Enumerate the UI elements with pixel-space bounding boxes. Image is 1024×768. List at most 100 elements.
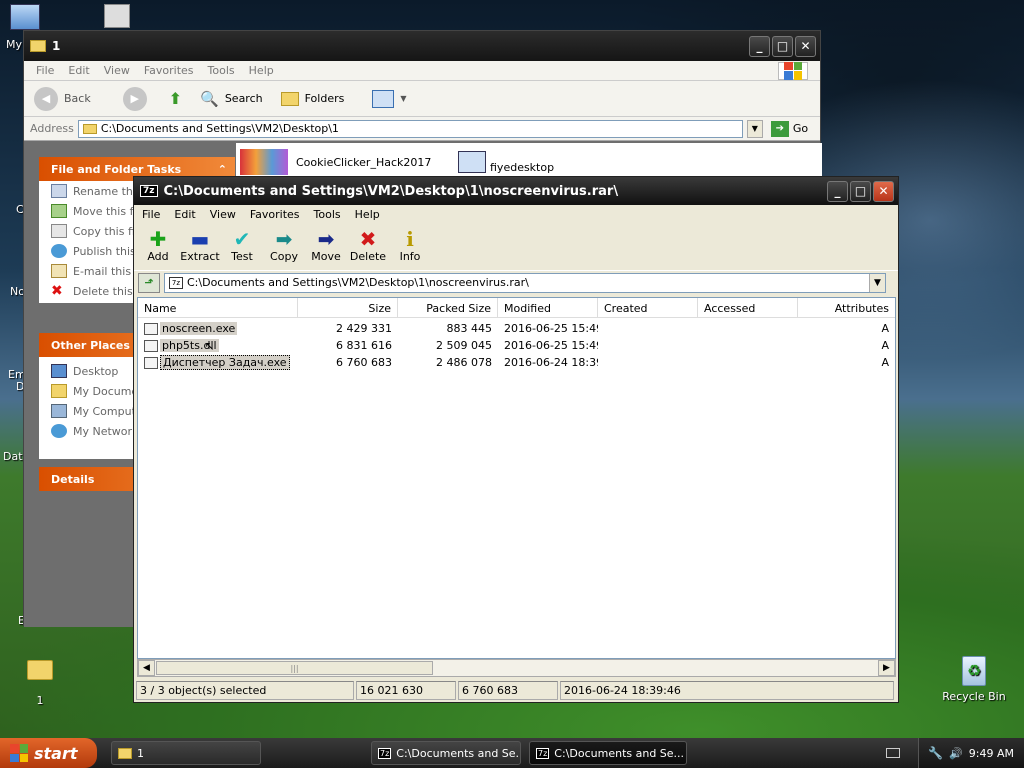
taskbar-item-folder[interactable]: 1: [111, 741, 261, 765]
computer-icon: [51, 404, 67, 418]
menu-favorites[interactable]: Favorites: [250, 208, 300, 221]
close-button[interactable]: ✕: [873, 180, 894, 202]
search-button[interactable]: Search: [225, 92, 263, 105]
file-icon: [144, 356, 158, 369]
taskbar-item-7zip-2[interactable]: 7z C:\Documents and Se...: [529, 741, 687, 765]
menu-edit[interactable]: Edit: [174, 208, 195, 221]
copy-button[interactable]: ➡ Copy: [266, 224, 302, 263]
move-arrow-icon: ➡: [317, 227, 335, 251]
column-size[interactable]: Size: [298, 298, 398, 318]
file-label: fiyedesktop: [490, 161, 555, 174]
menu-view[interactable]: View: [210, 208, 236, 221]
test-button[interactable]: ✔ Test: [224, 224, 260, 263]
explorer-addressbar: Address C:\Documents and Settings\VM2\De…: [24, 117, 820, 141]
table-row[interactable]: Диспетчер Задач.exe 6 760 683 2 486 078 …: [138, 354, 895, 371]
task-label: C:\Documents and Se...: [396, 746, 521, 760]
collapse-chevron-icon[interactable]: ⌃: [218, 163, 227, 176]
status-selected-size: 6 760 683: [458, 681, 558, 700]
file-item[interactable]: fiyedesktop: [458, 149, 554, 174]
column-packed-size[interactable]: Packed Size: [398, 298, 498, 318]
cell-size: 6 760 683: [336, 356, 392, 369]
folders-icon: [280, 91, 299, 106]
desktop-icon-window[interactable]: [100, 4, 134, 28]
menu-favorites[interactable]: Favorites: [144, 64, 194, 77]
tool-label: Test: [231, 250, 253, 263]
column-accessed[interactable]: Accessed: [698, 298, 798, 318]
menu-edit[interactable]: Edit: [68, 64, 89, 77]
move-button[interactable]: ➡ Move: [308, 224, 344, 263]
maximize-button[interactable]: □: [772, 35, 793, 57]
cell-modified: 2016-06-25 15:49: [504, 339, 598, 352]
address-label: Address: [30, 122, 74, 135]
extract-button[interactable]: ▬ Extract: [180, 224, 219, 263]
forward-arrow-icon[interactable]: ▶: [122, 86, 147, 111]
computer-icon: [10, 4, 40, 30]
address-dropdown-icon[interactable]: ▼: [746, 119, 763, 138]
minimize-button[interactable]: _: [749, 35, 770, 57]
scroll-thumb[interactable]: |||: [156, 661, 433, 675]
sevenzip-app-icon: 7z: [140, 185, 158, 197]
back-button[interactable]: Back: [64, 92, 91, 105]
sevenzip-titlebar[interactable]: 7z C:\Documents and Settings\VM2\Desktop…: [134, 177, 898, 205]
up-folder-button[interactable]: ⬏: [138, 272, 160, 293]
cell-packed: 2 486 078: [436, 356, 492, 369]
horizontal-scrollbar[interactable]: ◀ ||| ▶: [137, 659, 896, 677]
tool-label: Delete: [349, 250, 387, 263]
explorer-titlebar[interactable]: 1 _ □ ✕: [24, 31, 820, 61]
desktop-icon: [51, 364, 67, 378]
network-tray-icon[interactable]: 🔧: [928, 746, 943, 760]
chevron-down-icon[interactable]: ▼: [869, 273, 885, 292]
up-folder-icon[interactable]: ⬆: [169, 89, 182, 108]
desktop-icon-recycle-bin[interactable]: ♻ Recycle Bin: [938, 656, 1010, 703]
back-arrow-icon[interactable]: ◀: [34, 86, 58, 111]
file-name: Диспетчер Задач.exe: [160, 355, 290, 370]
archive-path-input[interactable]: 7z C:\Documents and Settings\VM2\Desktop…: [164, 272, 886, 293]
window-title: 1: [52, 39, 61, 53]
volume-icon[interactable]: 🔊: [949, 747, 963, 760]
minimize-button[interactable]: _: [827, 180, 848, 202]
info-button[interactable]: i Info: [392, 224, 428, 263]
delete-button[interactable]: ✖ Delete: [350, 224, 386, 263]
scroll-right-icon[interactable]: ▶: [878, 660, 895, 676]
email-icon: [51, 264, 67, 278]
close-button[interactable]: ✕: [795, 35, 816, 57]
folder-icon: [82, 123, 97, 134]
column-name[interactable]: Name: [138, 298, 298, 318]
menu-view[interactable]: View: [104, 64, 130, 77]
menu-tools[interactable]: Tools: [208, 64, 235, 77]
cell-created: [598, 337, 698, 354]
go-label: Go: [792, 122, 809, 135]
views-icon[interactable]: [372, 89, 395, 108]
column-modified[interactable]: Modified: [498, 298, 598, 318]
chevron-down-icon[interactable]: ▼: [400, 94, 406, 103]
delete-x-icon: ✖: [51, 283, 63, 299]
address-input[interactable]: C:\Documents and Settings\VM2\Desktop\1: [77, 119, 743, 138]
archive-file-list[interactable]: Name Size Packed Size Modified Created A…: [137, 297, 896, 659]
table-row[interactable]: php5ts.dll ↖ 6 831 616 2 509 045 2016-06-…: [138, 337, 895, 354]
taskbar-item-7zip-1[interactable]: 7z C:\Documents and Se...: [371, 741, 521, 765]
start-button[interactable]: start: [0, 738, 97, 768]
add-button[interactable]: ✚ Add: [140, 224, 176, 263]
maximize-button[interactable]: □: [850, 180, 871, 202]
documents-icon: [51, 384, 67, 398]
menu-help[interactable]: Help: [355, 208, 380, 221]
menu-help[interactable]: Help: [249, 64, 274, 77]
folders-button[interactable]: Folders: [305, 92, 345, 105]
sevenzip-window[interactable]: 7z C:\Documents and Settings\VM2\Desktop…: [133, 176, 899, 703]
file-item[interactable]: CookieClicker_Hack2017: [240, 149, 431, 175]
table-row[interactable]: noscreen.exe 2 429 331 883 445 2016-06-2…: [138, 320, 895, 337]
menu-file[interactable]: File: [36, 64, 54, 77]
column-attributes[interactable]: Attributes: [798, 298, 895, 318]
cell-modified: 2016-06-24 18:39: [504, 356, 598, 369]
column-created[interactable]: Created: [598, 298, 698, 318]
menu-tools[interactable]: Tools: [314, 208, 341, 221]
desktop-icon-folder-1[interactable]: 1: [20, 660, 60, 707]
desktop-icon-label: Recycle Bin: [942, 690, 1006, 703]
desktop-icon-my[interactable]: My: [2, 4, 48, 51]
keyboard-icon[interactable]: [886, 748, 900, 758]
go-button[interactable]: ➔ Go: [770, 120, 809, 137]
task-label: Rename this: [73, 184, 142, 198]
clock[interactable]: 9:49 AM: [969, 747, 1014, 760]
scroll-left-icon[interactable]: ◀: [138, 660, 155, 676]
menu-file[interactable]: File: [142, 208, 160, 221]
